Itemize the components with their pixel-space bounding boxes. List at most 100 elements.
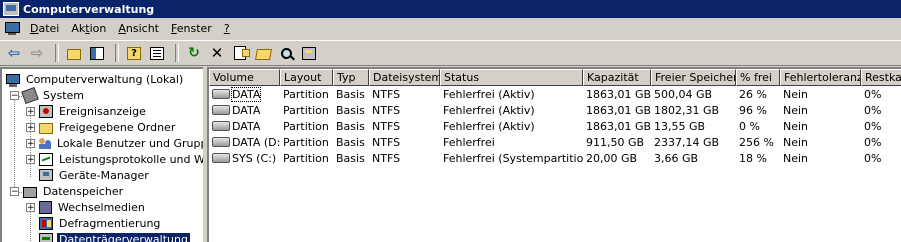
column-header-kapazitaet[interactable]: Kapazität [583,69,651,86]
table-cell: 20,00 GB [586,152,638,165]
up-one-level-button[interactable] [64,43,84,63]
table-cell: Nein [783,136,809,149]
table-cell: 0% [864,88,882,101]
column-header-prozent-frei[interactable]: % frei [736,69,780,86]
table-cell: Basis [336,104,365,117]
tools-icon [21,86,39,104]
table-cell: 1802,31 GB [654,104,720,117]
volume-drive-icon [212,121,230,131]
collapse-icon[interactable]: − [10,90,19,100]
delete-button[interactable]: ✕ [207,43,227,63]
expand-icon[interactable]: + [26,138,35,148]
table-row[interactable]: DATA (D:) Partition Basis NTFS Fehlerfrei 911… [209,135,901,151]
search-button[interactable] [276,43,296,63]
tree-item-label: Lokale Benutzer und Gruppe [57,136,203,150]
column-header-fehlertoleranz[interactable]: Fehlertoleranz [780,69,861,86]
tree-item-label: Leistungsprotokolle und War [59,152,203,166]
tree-item-label: Datenspeicher [43,184,124,198]
properties-button[interactable] [147,43,167,63]
help-button[interactable]: ? [124,43,144,63]
forward-arrow-icon: ⇨ [30,44,44,62]
column-header-typ[interactable]: Typ [333,69,369,86]
table-cell: NTFS [372,88,401,101]
tree-item-storage[interactable]: − Datenspeicher [10,183,125,199]
device-manager-icon [39,169,53,181]
toolbar: ⇦ ⇨ ? ↻ ✕ [0,40,901,66]
tree-item-label: Datenträgerverwaltung [57,232,190,242]
column-header-layout[interactable]: Layout [280,69,333,86]
tree-item-label: Computerverwaltung (Lokal) [26,72,184,86]
column-header-dateisystem[interactable]: Dateisystem [369,69,440,86]
volume-name: SYS (C:) [232,152,277,165]
volume-drive-icon [212,137,230,147]
show-hide-tree-button[interactable] [87,43,107,63]
table-cell: 0% [864,152,882,165]
settings-button[interactable] [230,43,250,63]
table-cell: Partition [283,152,329,165]
menu-ansicht[interactable]: Ansicht [112,20,165,38]
tree-item-removable[interactable]: + Wechselmedien [26,199,147,215]
table-cell: Fehlerfrei (Aktiv) [443,104,535,117]
table-cell: 18 % [739,152,767,165]
volume-list[interactable]: Volume Layout Typ Dateisystem Status Kap… [207,67,901,242]
tree-item-defrag[interactable]: Defragmentierung [39,215,162,231]
tree-item-label: Geräte-Manager [59,168,149,182]
collapse-icon[interactable]: − [10,186,19,196]
back-button[interactable]: ⇦ [4,43,24,63]
expand-icon[interactable]: + [26,202,35,212]
menu-aktion[interactable]: Aktion [65,20,112,38]
table-cell: 0 % [739,120,760,133]
expand-icon[interactable]: + [26,154,35,164]
tree-item-label: Defragmentierung [59,216,161,230]
system-menu-icon[interactable] [4,22,20,36]
tree-connector [14,91,15,195]
show-hide-tree-icon [90,46,104,60]
table-cell: Nein [783,120,809,133]
table-row[interactable]: SYS (C:) Partition Basis NTFS Fehlerfrei (Sy… [209,151,901,167]
tree-item-shared-folders[interactable]: + Freigegebene Ordner [26,119,177,135]
menu-datei[interactable]: Datei [24,20,65,38]
tree-item-root[interactable]: Computerverwaltung (Lokal) [6,71,185,87]
table-row[interactable]: DATA Partition Basis NTFS Fehlerfrei (Aktiv)… [209,87,901,103]
table-cell: Partition [283,120,329,133]
column-header-restkap[interactable]: Restkap [861,69,901,86]
window-title: Computerverwaltung [23,2,155,16]
tree-item-label: Freigegebene Ordner [59,120,176,134]
table-cell: 1863,01 GB [586,104,651,117]
column-header-volume[interactable]: Volume [209,69,280,86]
menu-fenster[interactable]: Fenster [165,20,218,38]
computer-icon [6,74,20,87]
forward-button[interactable]: ⇨ [27,43,47,63]
table-row[interactable]: DATA Partition Basis NTFS Fehlerfrei (Aktiv)… [209,103,901,119]
title-bar: Computerverwaltung [0,0,901,18]
table-cell: DATA (D:) [209,135,280,151]
expand-icon[interactable]: + [26,122,35,132]
column-header-status[interactable]: Status [440,69,583,86]
tree-item-label: Ereignisanzeige [59,104,146,118]
refresh-button[interactable]: ↻ [184,43,204,63]
table-cell: Nein [783,152,809,165]
tree-pane[interactable]: Computerverwaltung (Lokal) − System + Er… [0,67,203,242]
toolbar-separator [115,44,119,62]
table-cell: Basis [336,136,365,149]
tree-item-system[interactable]: − System [10,86,86,104]
users-icon [39,137,51,149]
removable-media-icon [39,200,52,214]
disk-button[interactable] [299,43,319,63]
table-cell: NTFS [372,120,401,133]
tree-item-event-viewer[interactable]: + Ereignisanzeige [26,103,148,119]
tree-item-perf-logs[interactable]: + Leistungsprotokolle und War [26,151,203,167]
settings-icon [234,46,250,60]
up-folder-icon [67,48,81,60]
table-cell: Fehlerfrei (Aktiv) [443,120,535,133]
table-row[interactable]: DATA Partition Basis NTFS Fehlerfrei (Aktiv)… [209,119,901,135]
tree-item-device-manager[interactable]: Geräte-Manager [39,167,151,183]
back-arrow-icon: ⇦ [7,44,21,62]
expand-icon[interactable]: + [26,106,35,116]
menu-help[interactable]: ? [218,20,236,38]
tree-item-disk-management[interactable]: Datenträgerverwaltung [39,231,190,242]
open-button[interactable] [253,43,273,63]
tree-item-local-users[interactable]: + Lokale Benutzer und Gruppe [26,135,203,151]
column-header-freier-speicher[interactable]: Freier Speicher [651,69,736,86]
table-cell: Partition [283,104,329,117]
